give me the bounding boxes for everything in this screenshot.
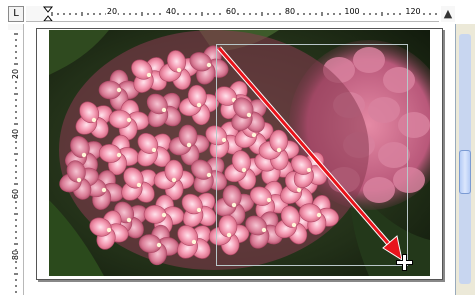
- hruler-label-120: 120: [404, 7, 422, 17]
- ruler-origin-label: L: [13, 8, 19, 19]
- indent-marker-icon: [42, 6, 54, 21]
- vruler-label-80: 80: [11, 249, 22, 261]
- hruler-label-100: 100: [343, 7, 361, 17]
- horizontal-ruler[interactable]: 20 40 60 80 100 120: [26, 6, 439, 22]
- vertical-ruler[interactable]: 20 40 60 80: [8, 24, 24, 295]
- crosshair-cursor-icon: [396, 254, 413, 271]
- vruler-label-40: 40: [11, 128, 22, 140]
- vruler-label-20: 20: [11, 68, 22, 80]
- hruler-label-20: 20: [105, 7, 119, 17]
- ruler-origin-button[interactable]: L: [8, 6, 24, 22]
- hruler-label-80: 80: [283, 7, 297, 17]
- hruler-label-40: 40: [164, 7, 178, 17]
- hruler-label-60: 60: [224, 7, 238, 17]
- vruler-label-60: 60: [11, 188, 22, 200]
- image-editor-canvas-window: L 20 40 60 80 100 120 ▲ 20 40 60 80: [0, 0, 475, 295]
- vertical-scrollbar[interactable]: [455, 24, 475, 295]
- scrollbar-thumb[interactable]: [459, 150, 471, 194]
- selection-marquee[interactable]: [216, 44, 408, 266]
- chevron-up-icon[interactable]: ▲: [441, 6, 455, 22]
